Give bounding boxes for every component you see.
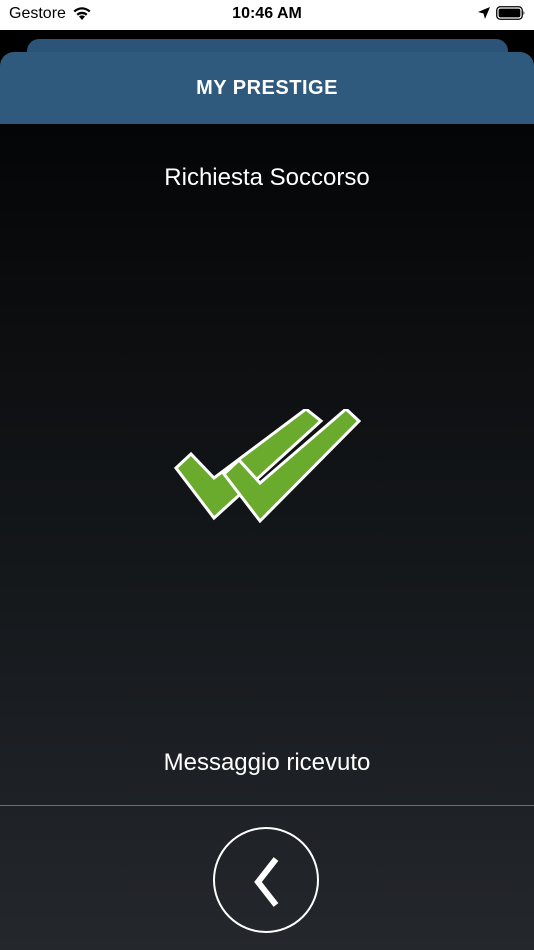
back-button[interactable] xyxy=(213,827,319,933)
chevron-left-icon xyxy=(254,857,279,907)
main-content: Richiesta Soccorso Messaggio ricevuto xyxy=(0,124,534,950)
status-message: Messaggio ricevuto xyxy=(163,749,371,776)
app-header: MY PRESTIGE xyxy=(0,52,534,124)
location-arrow-icon xyxy=(478,7,490,19)
battery-icon xyxy=(496,6,525,20)
status-bar: Gestore 10:46 AM xyxy=(0,0,534,30)
app-title: MY PRESTIGE xyxy=(196,77,338,99)
clock: 10:46 AM xyxy=(232,5,302,22)
page-title: Richiesta Soccorso xyxy=(164,164,370,191)
double-check-icon xyxy=(173,409,362,524)
footer-divider xyxy=(0,805,534,806)
